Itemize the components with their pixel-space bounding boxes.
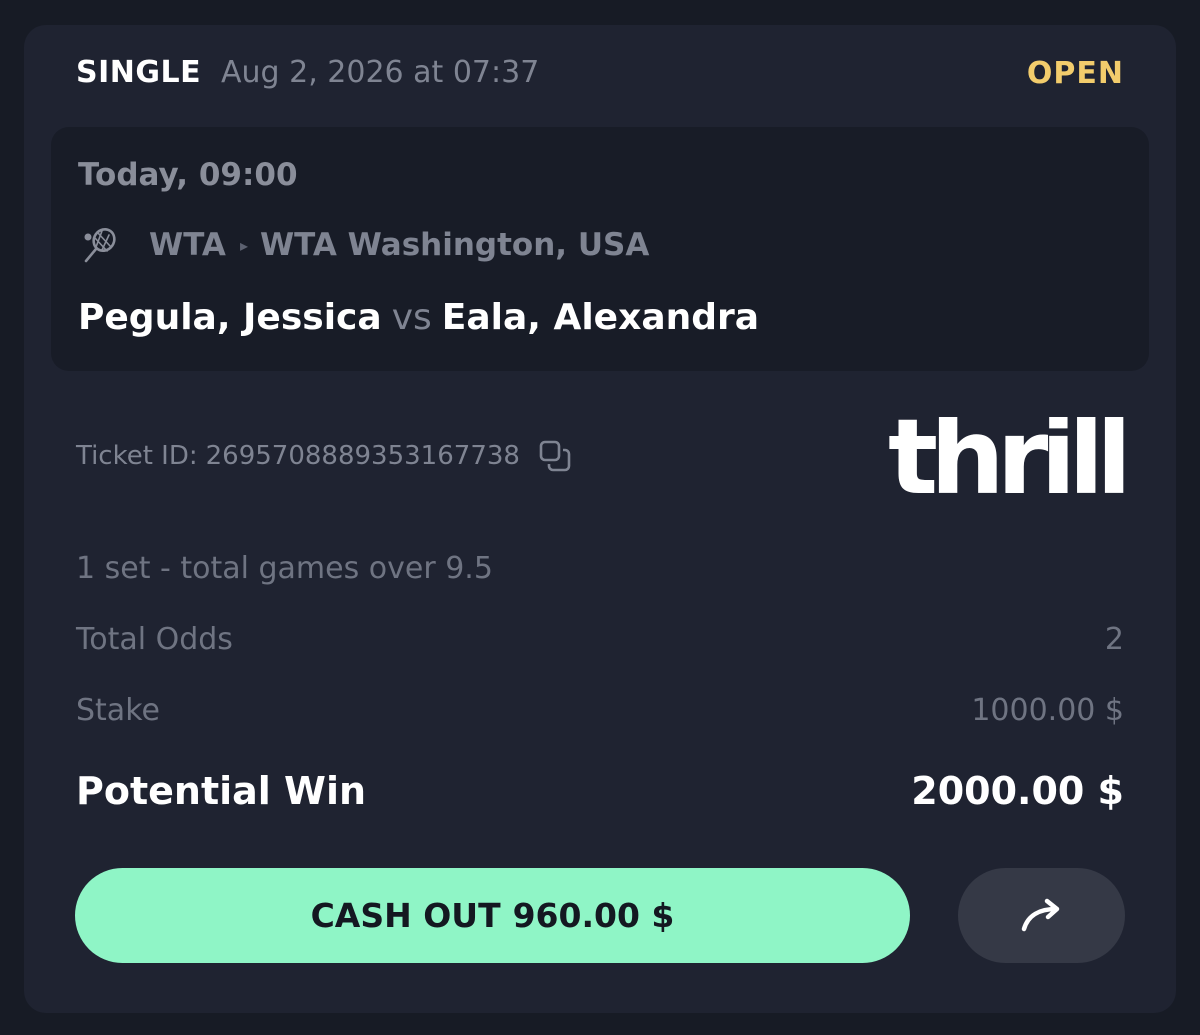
total-odds-label: Total Odds (76, 622, 233, 657)
cash-out-label: CASH OUT (310, 896, 501, 935)
bet-type-label: SINGLE (76, 55, 202, 90)
breadcrumb-chevron-icon: ▸ (239, 235, 248, 255)
brand-logo: thrill (888, 417, 1126, 503)
versus-label: vs (391, 297, 432, 338)
cash-out-button[interactable]: CASH OUT 960.00 $ (75, 868, 910, 963)
copy-icon[interactable] (538, 439, 572, 473)
event-time: Today, 09:00 (78, 157, 298, 193)
potential-win-value: 2000.00 $ (911, 769, 1124, 813)
share-button[interactable] (958, 868, 1125, 963)
cash-out-amount: 960.00 $ (512, 896, 675, 935)
tournament-name: WTA Washington, USA (259, 227, 650, 263)
league-name: WTA (149, 227, 226, 263)
potential-win-label: Potential Win (76, 769, 367, 813)
brand-logo-text: thrill (888, 417, 1124, 503)
total-odds-value: 2 (1104, 622, 1124, 657)
ticket-id-value: 2695708889353167738 (205, 441, 520, 471)
ticket-id-row: Ticket ID: 2695708889353167738 (76, 439, 572, 473)
player-home: Pegula, Jessica (78, 297, 382, 338)
league-breadcrumb: WTA ▸ WTA Washington, USA (149, 227, 649, 263)
bet-market: 1 set - total games over 9.5 (76, 551, 493, 586)
match-participants: Pegula, Jessica vs Eala, Alexandra (78, 297, 759, 338)
tennis-racket-icon (84, 228, 116, 263)
bet-ticket-card: SINGLE Aug 2, 2026 at 07:37 OPEN Today, … (24, 25, 1176, 1013)
ticket-id-label: Ticket ID: (76, 441, 198, 471)
placed-at-timestamp: Aug 2, 2026 at 07:37 (221, 55, 540, 90)
player-away: Eala, Alexandra (441, 297, 760, 338)
event-panel[interactable]: Today, 09:00 WTA ▸ WTA Washington, USA P… (51, 127, 1149, 371)
share-arrow-icon (1021, 898, 1059, 931)
status-badge: OPEN (1026, 56, 1124, 91)
stake-value: 1000.00 $ (971, 693, 1124, 728)
stake-label: Stake (76, 693, 160, 728)
